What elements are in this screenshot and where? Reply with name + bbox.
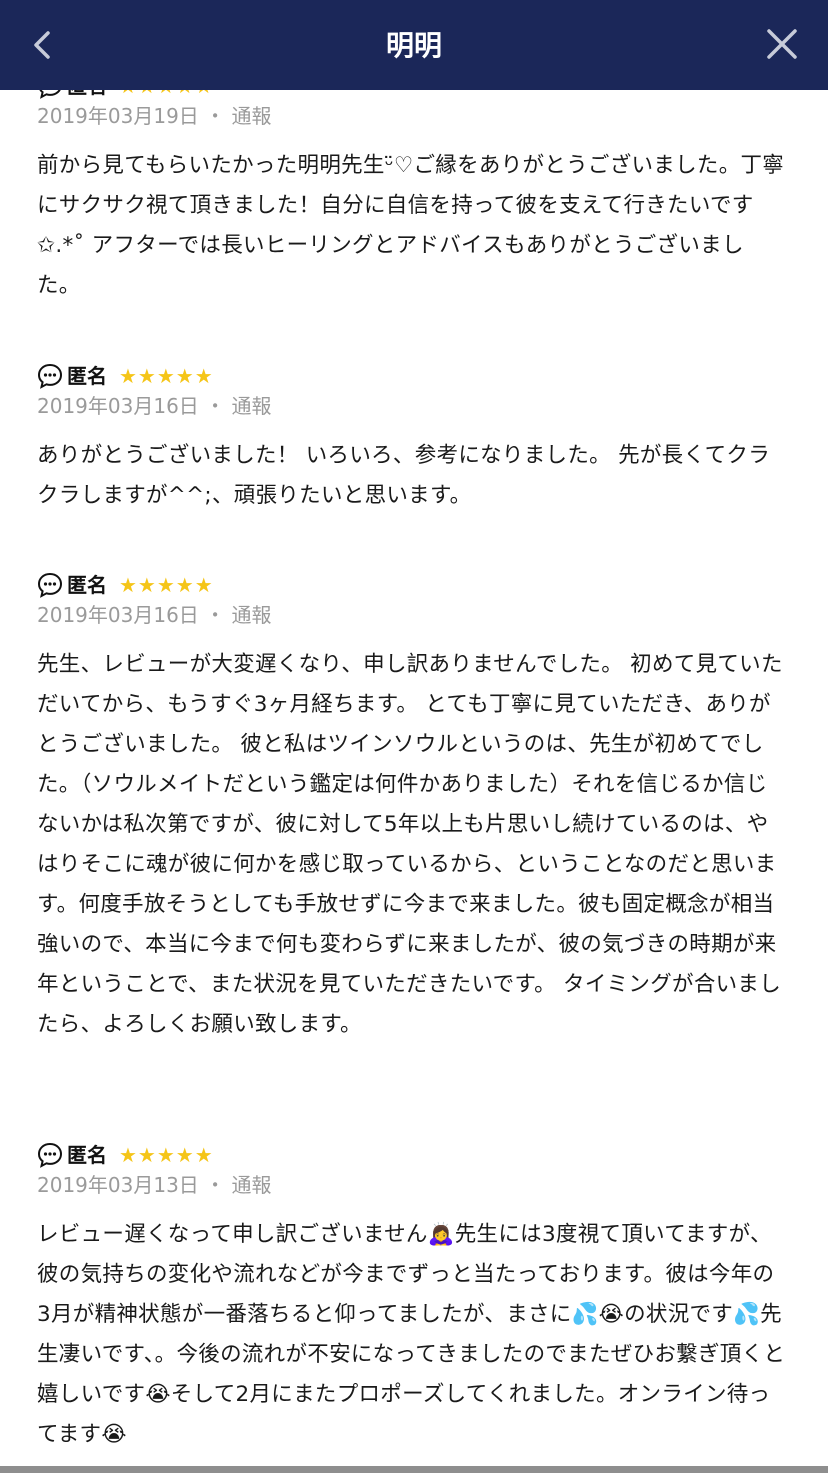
review-author: 匿名	[67, 364, 107, 388]
speech-bubble-icon	[37, 572, 63, 598]
report-link[interactable]: 通報	[232, 104, 272, 128]
report-link[interactable]: 通報	[232, 603, 272, 627]
review-item: 匿名 ★★★★★ 2019年03月16日 ・ 通報 ありがとうございました！ い…	[37, 361, 787, 516]
meta-separator: ・	[205, 394, 226, 418]
star-rating: ★★★★★	[119, 90, 214, 101]
meta-separator: ・	[205, 603, 226, 627]
review-item: 匿名 ★★★★★ 2019年03月16日 ・ 通報 先生、レビューが大変遅くなり…	[37, 570, 787, 1045]
review-date: 2019年03月13日	[37, 1173, 199, 1197]
review-author: 匿名	[67, 1143, 107, 1167]
report-link[interactable]: 通報	[232, 394, 272, 418]
review-text: 先生、レビューが大変遅くなり、申し訳ありませんでした。 初めて見ていただいてから…	[37, 652, 783, 1037]
review-meta: 2019年03月13日 ・ 通報	[37, 1170, 787, 1200]
review-item: 匿名 ★★★★★ 2019年03月13日 ・ 通報 レビュー遅くなって申し訳ござ…	[37, 1140, 787, 1455]
page-title: 明明	[385, 29, 442, 62]
review-date: 2019年03月16日	[37, 603, 199, 627]
report-link[interactable]: 通報	[232, 1173, 272, 1197]
review-date: 2019年03月16日	[37, 394, 199, 418]
review-meta: 2019年03月16日 ・ 通報	[37, 391, 787, 421]
review-author: 匿名	[67, 90, 107, 101]
review-header: 匿名 ★★★★★	[37, 361, 787, 391]
review-meta: 2019年03月16日 ・ 通報	[37, 600, 787, 630]
speech-bubble-icon	[39, 90, 61, 99]
bottom-scroll-edge	[0, 1466, 828, 1473]
speech-bubble-icon	[37, 363, 63, 389]
review-list[interactable]: 匿名 ★★★★★ 2019年03月19日 ・ 通報 前から見てもらいたかった明明…	[0, 90, 828, 1466]
review-header: 匿名 ★★★★★	[37, 570, 787, 600]
speech-bubble-icon	[37, 1142, 63, 1168]
review-text: 前から見てもらいたかった明明先生ᵕ̈♡ご縁をありがとうございました。丁寧にサクサ…	[37, 153, 785, 298]
review-date: 2019年03月19日	[37, 104, 199, 128]
star-rating: ★★★★★	[119, 364, 214, 388]
meta-separator: ・	[205, 1173, 226, 1197]
review-author: 匿名	[67, 573, 107, 597]
review-item: 匿名 ★★★★★ 2019年03月19日 ・ 通報 前から見てもらいたかった明明…	[37, 90, 787, 306]
meta-separator: ・	[205, 104, 226, 128]
review-text: ありがとうございました！ いろいろ、参考になりました。 先が長くてクラクラします…	[37, 443, 771, 508]
top-nav-bar: 明明	[0, 0, 828, 90]
star-rating: ★★★★★	[119, 573, 214, 597]
close-icon[interactable]	[764, 26, 800, 62]
review-header: 匿名 ★★★★★	[37, 1140, 787, 1170]
star-rating: ★★★★★	[119, 1143, 214, 1167]
review-header: 匿名 ★★★★★	[37, 90, 787, 101]
review-text: レビュー遅くなって申し訳ございません🙇‍♀️先生には3度視て頂いてますが、彼の気…	[37, 1222, 786, 1447]
review-meta: 2019年03月19日 ・ 通報	[37, 101, 787, 131]
